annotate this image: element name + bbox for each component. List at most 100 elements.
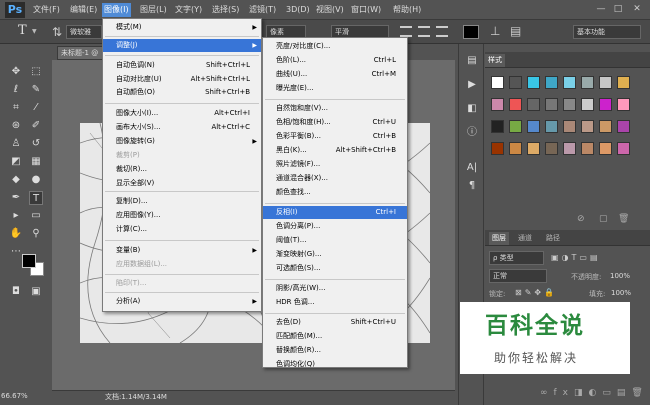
style-swatch[interactable]: [581, 120, 594, 133]
style-swatch[interactable]: [491, 142, 504, 155]
quick-mask-icon[interactable]: ◘: [9, 285, 23, 299]
image-menu-item[interactable]: 画布大小(S)... Alt+Ctrl+C: [103, 121, 261, 134]
brush-tool-icon[interactable]: ✐: [29, 119, 43, 133]
style-swatch[interactable]: [491, 98, 504, 111]
adjust-menu-item[interactable]: 曲线(U)... Ctrl+M: [263, 68, 407, 81]
style-swatch[interactable]: [599, 98, 612, 111]
workspace-select[interactable]: 基本功能: [573, 25, 641, 39]
menu-edit[interactable]: 编辑(E): [70, 4, 97, 16]
adjust-menu-item[interactable]: 照片滤镜(F)...: [263, 158, 407, 171]
adjust-menu-item[interactable]: 匹配颜色(M)...: [263, 330, 407, 343]
restore-button[interactable]: □: [611, 3, 625, 15]
layer-actions-icons[interactable]: ∞fx◨◐▭▤🗑: [540, 388, 649, 398]
style-swatch[interactable]: [617, 98, 630, 111]
adjust-menu-item[interactable]: 曝光度(E)...: [263, 82, 407, 95]
image-menu-item[interactable]: 自动色调(N) Shift+Ctrl+L: [103, 59, 261, 72]
healing-brush-tool-icon[interactable]: ⊛: [9, 119, 23, 133]
style-swatch[interactable]: [617, 142, 630, 155]
style-swatch[interactable]: [545, 76, 558, 89]
menu-help[interactable]: 帮助(H): [393, 4, 421, 16]
adjust-menu-item[interactable]: 阈值(T)...: [263, 234, 407, 247]
text-color-swatch[interactable]: [463, 25, 479, 39]
adjust-menu-item[interactable]: 黑白(K)... Alt+Shift+Ctrl+B: [263, 144, 407, 157]
align-left-icon[interactable]: [400, 26, 412, 37]
fill-value[interactable]: 100%: [611, 289, 631, 297]
style-swatch[interactable]: [527, 98, 540, 111]
style-swatch[interactable]: [509, 142, 522, 155]
style-swatch[interactable]: [581, 98, 594, 111]
style-swatch[interactable]: [527, 76, 540, 89]
style-swatch[interactable]: [491, 76, 504, 89]
blur-tool-icon[interactable]: ◆: [9, 173, 23, 187]
chevron-down-icon[interactable]: ▼: [32, 28, 37, 35]
style-swatch[interactable]: [581, 76, 594, 89]
font-family-field[interactable]: 微软雅: [66, 25, 102, 39]
image-menu-item[interactable]: 陷印(T)...: [103, 277, 261, 290]
minimize-button[interactable]: —: [594, 3, 608, 15]
move-tool-icon[interactable]: ✥: [9, 65, 23, 79]
new-style-icon[interactable]: ▢: [599, 214, 608, 224]
type-tool-icon[interactable]: T: [29, 191, 43, 205]
screen-mode-icon[interactable]: ▣: [29, 285, 43, 299]
tab-paths[interactable]: 路径: [543, 232, 563, 245]
lock-icons[interactable]: ⊠✎✥🔒: [515, 288, 557, 297]
image-menu-item[interactable]: 裁剪(P): [103, 149, 261, 162]
crop-tool-icon[interactable]: ⌗: [9, 101, 23, 115]
menu-select[interactable]: 选择(S): [212, 4, 239, 16]
menu-view[interactable]: 视图(V): [316, 4, 344, 16]
blend-mode-select[interactable]: 正常: [489, 269, 547, 283]
image-menu-item[interactable]: 计算(C)...: [103, 223, 261, 236]
adjust-menu-item[interactable]: HDR 色调...: [263, 296, 407, 309]
style-swatch[interactable]: [617, 120, 630, 133]
path-select-tool-icon[interactable]: ▸: [9, 209, 23, 223]
history-panel-icon[interactable]: ▤: [465, 54, 479, 68]
close-window-button[interactable]: ✕: [630, 3, 644, 15]
adjust-menu-item[interactable]: 色调均化(Q): [263, 358, 407, 371]
adjust-menu-item[interactable]: 可选颜色(S)...: [263, 262, 407, 275]
filter-icons[interactable]: ▣◑T▭▤: [551, 253, 601, 262]
lasso-tool-icon[interactable]: ℓ: [9, 83, 23, 97]
menu-window[interactable]: 窗口(W): [351, 4, 381, 16]
no-style-icon[interactable]: ⊘: [577, 214, 585, 224]
image-menu-item[interactable]: 变量(B) ▶: [103, 244, 261, 257]
image-menu-item[interactable]: 应用图像(Y)...: [103, 209, 261, 222]
character-panel-icon[interactable]: ▤: [510, 24, 521, 38]
adjust-menu-item[interactable]: 色彩平衡(B)... Ctrl+B: [263, 130, 407, 143]
zoom-tool-icon[interactable]: ⚲: [29, 227, 43, 241]
menu-image[interactable]: 图像(I): [102, 3, 131, 17]
character-panel-icon[interactable]: A|: [465, 161, 479, 175]
menu-layer[interactable]: 图层(L): [140, 4, 167, 16]
rectangle-tool-icon[interactable]: ▭: [29, 209, 43, 223]
style-swatch[interactable]: [599, 76, 612, 89]
style-swatch[interactable]: [545, 142, 558, 155]
adjust-menu-item[interactable]: 色相/饱和度(H)... Ctrl+U: [263, 116, 407, 129]
style-swatch[interactable]: [509, 76, 522, 89]
image-menu-item[interactable]: 图像大小(I)... Alt+Ctrl+I: [103, 107, 261, 120]
image-menu-item[interactable]: 裁切(R)...: [103, 163, 261, 176]
style-swatch[interactable]: [545, 98, 558, 111]
image-menu-item[interactable]: 调整(J) ▶: [103, 39, 261, 52]
style-swatch[interactable]: [545, 120, 558, 133]
warp-text-icon[interactable]: ⊥: [490, 24, 500, 38]
style-swatch[interactable]: [563, 120, 576, 133]
adjust-menu-item[interactable]: 阴影/高光(W)...: [263, 282, 407, 295]
style-swatch[interactable]: [491, 120, 504, 133]
image-menu-item[interactable]: 图像旋转(G) ▶: [103, 135, 261, 148]
gradient-tool-icon[interactable]: ▦: [29, 155, 43, 169]
adjust-menu-item[interactable]: 去色(D) Shift+Ctrl+U: [263, 316, 407, 329]
dodge-tool-icon[interactable]: ●: [29, 173, 43, 187]
adjust-menu-item[interactable]: 亮度/对比度(C)...: [263, 40, 407, 53]
menu-type[interactable]: 文字(Y): [175, 4, 202, 16]
style-swatch[interactable]: [617, 76, 630, 89]
image-menu-item[interactable]: 显示全部(V): [103, 177, 261, 190]
layer-filter-select[interactable]: ρ 类型: [489, 251, 544, 265]
image-menu-item[interactable]: 模式(M) ▶: [103, 21, 261, 34]
adjust-menu-item[interactable]: 颜色查找...: [263, 186, 407, 199]
eyedropper-tool-icon[interactable]: ⁄: [29, 101, 43, 115]
style-swatch[interactable]: [581, 142, 594, 155]
image-menu-item[interactable]: 应用数据组(L)...: [103, 258, 261, 271]
image-menu-item[interactable]: 复制(D)...: [103, 195, 261, 208]
text-orientation-icon[interactable]: ⇅: [52, 25, 62, 39]
more-tools-icon[interactable]: ⋯: [9, 245, 23, 259]
actions-panel-icon[interactable]: ▶: [465, 78, 479, 92]
